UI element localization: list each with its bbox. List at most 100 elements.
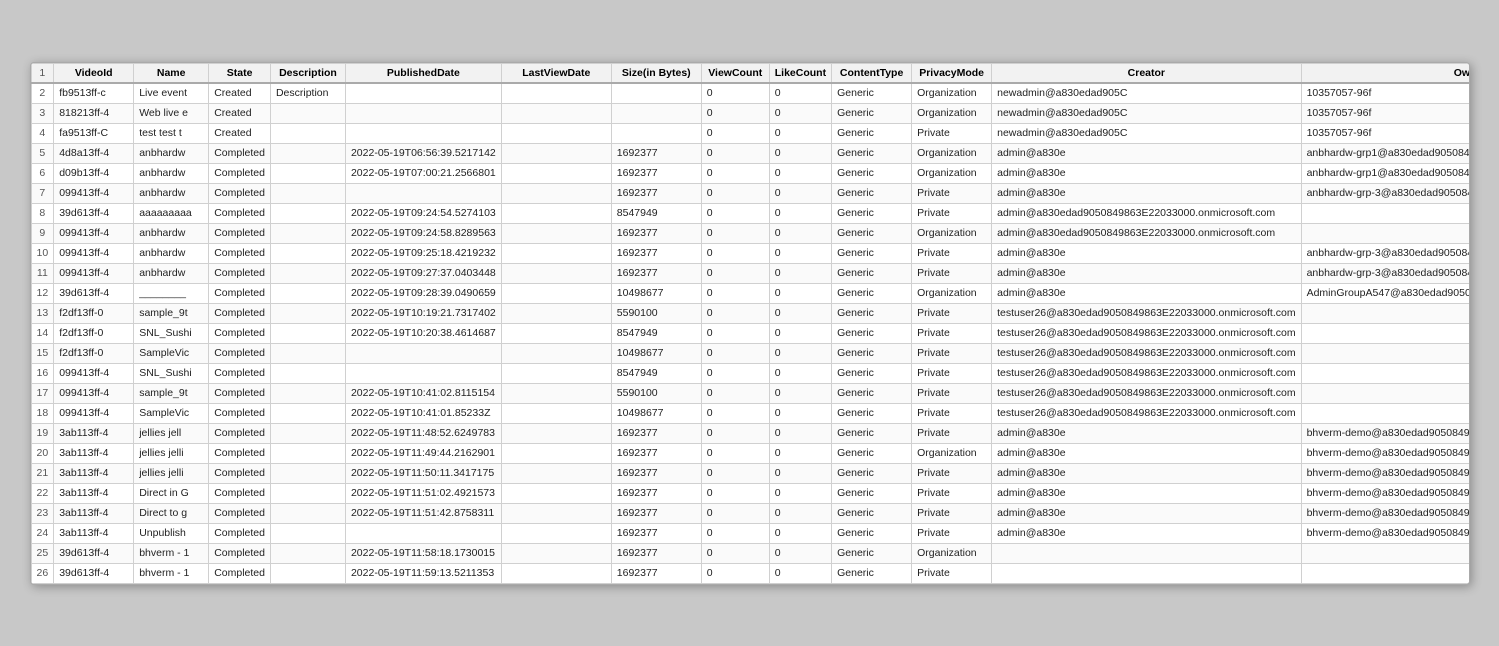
cell-publisheddate: 2022-05-19T07:00:21.2566801 bbox=[345, 163, 501, 183]
cell-videoid: 39d613ff-4 bbox=[54, 543, 134, 563]
cell-owners: 10357057-96f bbox=[1301, 103, 1468, 123]
cell-name: bhverm - 1 bbox=[134, 563, 209, 583]
table-row[interactable]: 10099413ff-4anbhardwCompleted2022-05-19T… bbox=[31, 243, 1469, 263]
cell-likecount: 0 bbox=[769, 523, 831, 543]
table-row[interactable]: 233ab113ff-4Direct to gCompleted2022-05-… bbox=[31, 503, 1469, 523]
table-row[interactable]: 9099413ff-4anbhardwCompleted2022-05-19T0… bbox=[31, 223, 1469, 243]
cell-creator: admin@a830e bbox=[992, 443, 1301, 463]
cell-description bbox=[270, 203, 345, 223]
cell-creator: testuser26@a830edad9050849863E22033000.o… bbox=[992, 363, 1301, 383]
cell-contenttype: Generic bbox=[832, 223, 912, 243]
cell-publisheddate: 2022-05-19T11:59:13.5211353 bbox=[345, 563, 501, 583]
cell-name: Direct to g bbox=[134, 503, 209, 523]
cell-description bbox=[270, 383, 345, 403]
cell-lastviewdate bbox=[501, 103, 611, 123]
table-row[interactable]: 7099413ff-4anbhardwCompleted169237700Gen… bbox=[31, 183, 1469, 203]
cell-creator: admin@a830e bbox=[992, 143, 1301, 163]
table-row[interactable]: 193ab113ff-4jellies jellCompleted2022-05… bbox=[31, 423, 1469, 443]
cell-state: Completed bbox=[209, 323, 271, 343]
cell-privacymode: Private bbox=[912, 183, 992, 203]
table-row[interactable]: 243ab113ff-4UnpublishCompleted169237700G… bbox=[31, 523, 1469, 543]
row-number: 9 bbox=[31, 223, 54, 243]
table-row[interactable]: 17099413ff-4sample_9tCompleted2022-05-19… bbox=[31, 383, 1469, 403]
table-row[interactable]: 2639d613ff-4bhverm - 1Completed2022-05-1… bbox=[31, 563, 1469, 583]
col-header-likecount: LikeCount bbox=[769, 63, 831, 83]
cell-state: Completed bbox=[209, 463, 271, 483]
cell-lastviewdate bbox=[501, 463, 611, 483]
cell-contenttype: Generic bbox=[832, 443, 912, 463]
cell-owners bbox=[1301, 303, 1468, 323]
table-row[interactable]: 18099413ff-4SampleVicCompleted2022-05-19… bbox=[31, 403, 1469, 423]
cell-creator bbox=[992, 543, 1301, 563]
cell-videoid: 3ab113ff-4 bbox=[54, 423, 134, 443]
table-row[interactable]: 14f2df13ff-0SNL_SushiCompleted2022-05-19… bbox=[31, 323, 1469, 343]
cell-publisheddate: 2022-05-19T10:41:02.8115154 bbox=[345, 383, 501, 403]
cell-size bbox=[611, 103, 701, 123]
table-row[interactable]: 4fa9513ff-Ctest test tCreated00GenericPr… bbox=[31, 123, 1469, 143]
cell-privacymode: Private bbox=[912, 383, 992, 403]
cell-contenttype: Generic bbox=[832, 303, 912, 323]
cell-description bbox=[270, 303, 345, 323]
table-row[interactable]: 6d09b13ff-4anbhardwCompleted2022-05-19T0… bbox=[31, 163, 1469, 183]
cell-privacymode: Organization bbox=[912, 223, 992, 243]
cell-state: Completed bbox=[209, 243, 271, 263]
table-row[interactable]: 839d613ff-4aaaaaaaaaCompleted2022-05-19T… bbox=[31, 203, 1469, 223]
cell-size: 1692377 bbox=[611, 163, 701, 183]
cell-owners: anbhardw-grp1@a830edad9050849863E2203300… bbox=[1301, 163, 1468, 183]
cell-description bbox=[270, 483, 345, 503]
cell-size: 8547949 bbox=[611, 203, 701, 223]
table-row[interactable]: 223ab113ff-4Direct in GCompleted2022-05-… bbox=[31, 483, 1469, 503]
table-row[interactable]: 213ab113ff-4jellies jelliCompleted2022-0… bbox=[31, 463, 1469, 483]
cell-state: Completed bbox=[209, 403, 271, 423]
cell-description bbox=[270, 363, 345, 383]
row-number: 26 bbox=[31, 563, 54, 583]
table-row[interactable]: 13f2df13ff-0sample_9tCompleted2022-05-19… bbox=[31, 303, 1469, 323]
cell-lastviewdate bbox=[501, 203, 611, 223]
cell-description bbox=[270, 283, 345, 303]
table-row[interactable]: 2fb9513ff-cLive eventCreatedDescription0… bbox=[31, 83, 1469, 103]
cell-likecount: 0 bbox=[769, 503, 831, 523]
table-row[interactable]: 15f2df13ff-0SampleVicCompleted1049867700… bbox=[31, 343, 1469, 363]
cell-privacymode: Private bbox=[912, 243, 992, 263]
row-number: 16 bbox=[31, 363, 54, 383]
cell-description: Description bbox=[270, 83, 345, 103]
cell-description bbox=[270, 183, 345, 203]
cell-size: 1692377 bbox=[611, 563, 701, 583]
cell-lastviewdate bbox=[501, 83, 611, 103]
cell-name: SampleVic bbox=[134, 403, 209, 423]
table-wrapper[interactable]: 1 VideoIdNameStateDescriptionPublishedDa… bbox=[31, 63, 1469, 584]
cell-state: Completed bbox=[209, 483, 271, 503]
cell-owners bbox=[1301, 363, 1468, 383]
cell-privacymode: Organization bbox=[912, 83, 992, 103]
cell-publisheddate: 2022-05-19T11:51:02.4921573 bbox=[345, 483, 501, 503]
table-row[interactable]: 2539d613ff-4bhverm - 1Completed2022-05-1… bbox=[31, 543, 1469, 563]
cell-state: Completed bbox=[209, 563, 271, 583]
table-row[interactable]: 1239d613ff-4________Completed2022-05-19T… bbox=[31, 283, 1469, 303]
cell-state: Created bbox=[209, 83, 271, 103]
cell-owners bbox=[1301, 543, 1468, 563]
cell-publisheddate: 2022-05-19T11:50:11.3417175 bbox=[345, 463, 501, 483]
cell-creator: testuser26@a830edad9050849863E22033000.o… bbox=[992, 323, 1301, 343]
cell-name: Direct in G bbox=[134, 483, 209, 503]
cell-lastviewdate bbox=[501, 123, 611, 143]
table-row[interactable]: 11099413ff-4anbhardwCompleted2022-05-19T… bbox=[31, 263, 1469, 283]
cell-likecount: 0 bbox=[769, 103, 831, 123]
cell-description bbox=[270, 463, 345, 483]
cell-publisheddate bbox=[345, 363, 501, 383]
cell-lastviewdate bbox=[501, 343, 611, 363]
cell-name: Live event bbox=[134, 83, 209, 103]
table-row[interactable]: 3818213ff-4Web live eCreated00GenericOrg… bbox=[31, 103, 1469, 123]
cell-videoid: 099413ff-4 bbox=[54, 363, 134, 383]
table-row[interactable]: 54d8a13ff-4anbhardwCompleted2022-05-19T0… bbox=[31, 143, 1469, 163]
cell-owners bbox=[1301, 223, 1468, 243]
cell-description bbox=[270, 263, 345, 283]
row-number: 13 bbox=[31, 303, 54, 323]
table-row[interactable]: 203ab113ff-4jellies jelliCompleted2022-0… bbox=[31, 443, 1469, 463]
cell-videoid: 3ab113ff-4 bbox=[54, 523, 134, 543]
cell-viewcount: 0 bbox=[701, 223, 769, 243]
cell-videoid: 818213ff-4 bbox=[54, 103, 134, 123]
cell-size: 8547949 bbox=[611, 323, 701, 343]
cell-likecount: 0 bbox=[769, 363, 831, 383]
cell-publisheddate: 2022-05-19T11:58:18.1730015 bbox=[345, 543, 501, 563]
table-row[interactable]: 16099413ff-4SNL_SushiCompleted854794900G… bbox=[31, 363, 1469, 383]
